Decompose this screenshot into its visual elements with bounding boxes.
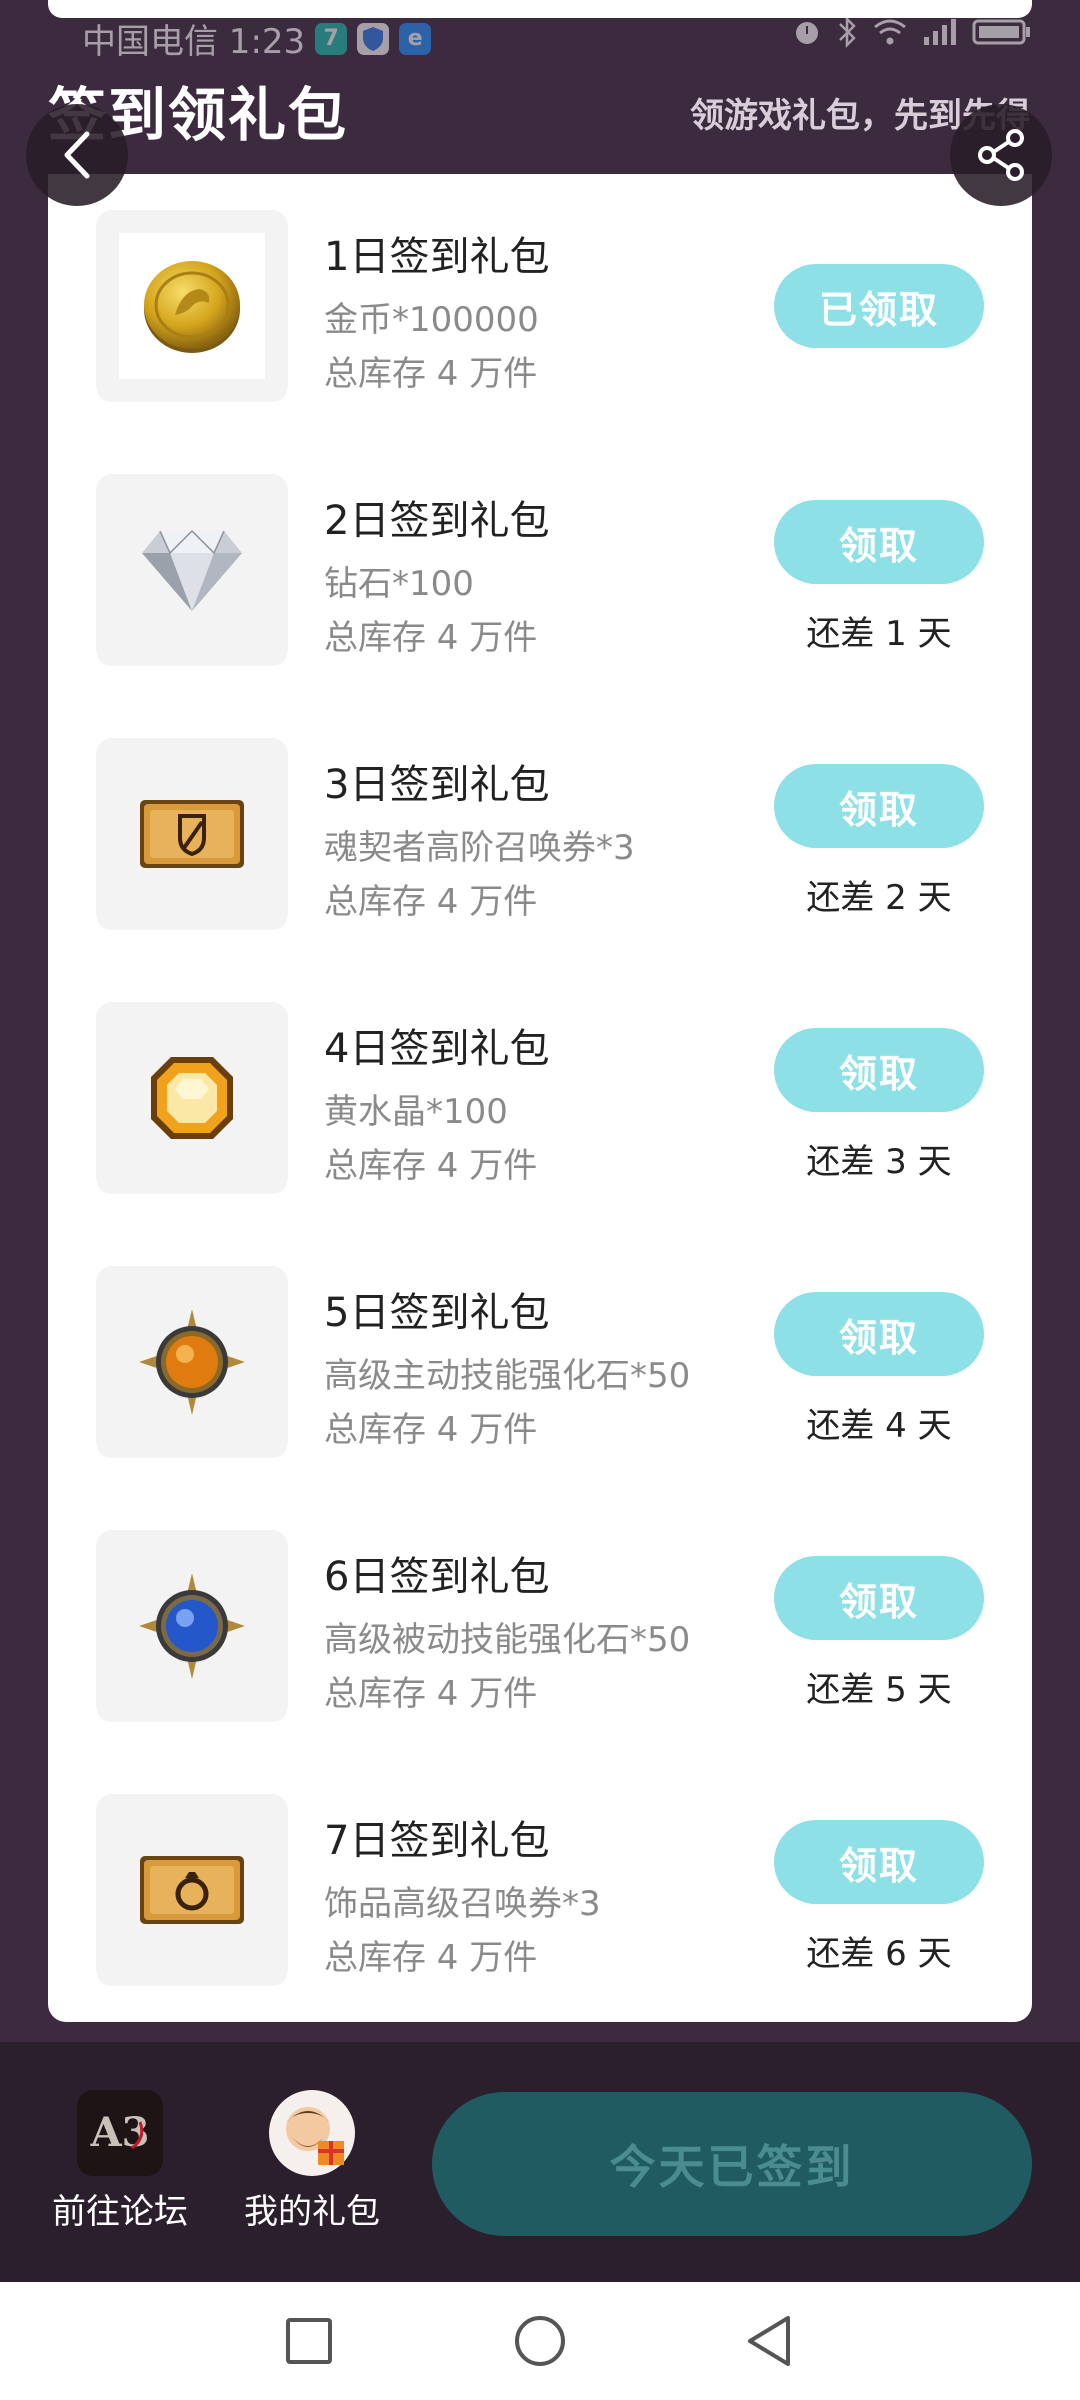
- gift-reward: 高级被动技能强化石*50: [324, 1620, 691, 1660]
- back-button[interactable]: [26, 104, 128, 206]
- my-gifts-avatar-icon: [269, 2090, 355, 2176]
- gift-thumbnail: [96, 1530, 288, 1722]
- gift-thumbnail: [96, 738, 288, 930]
- gift-thumbnail: [96, 1002, 288, 1194]
- circle-icon: [515, 2316, 565, 2366]
- square-icon: [286, 2318, 332, 2364]
- gift-stock: 总库存 4 万件: [324, 882, 538, 922]
- claimed-button[interactable]: 已领取: [774, 264, 984, 348]
- gift-thumbnail: [96, 1794, 288, 1986]
- status-left: 中国电信 1:23 7 e: [82, 14, 432, 63]
- yellow-crystal-icon: [151, 1057, 233, 1139]
- gift-reward: 高级主动技能强化石*50: [324, 1356, 691, 1396]
- days-remaining: 还差 6 天: [806, 1934, 952, 1974]
- claim-button[interactable]: 领取: [774, 500, 984, 584]
- gift-item-day-3: 3日签到礼包 魂契者高阶召唤券*3 总库存 4 万件 领取 还差 2 天: [48, 738, 1032, 930]
- claim-button[interactable]: 领取: [774, 1292, 984, 1376]
- gift-reward: 魂契者高阶召唤券*3: [324, 828, 635, 868]
- gift-title: 5日签到礼包: [324, 1290, 550, 1336]
- wifi-icon: [874, 19, 906, 45]
- gift-stock: 总库存 4 万件: [324, 354, 538, 394]
- gift-stock: 总库存 4 万件: [324, 1674, 538, 1714]
- bottom-action-bar: A3 前往论坛 我的礼包 今天已签到: [0, 2042, 1080, 2282]
- days-remaining: 还差 2 天: [806, 878, 952, 918]
- gift-title: 3日签到礼包: [324, 762, 550, 808]
- forum-label: 前往论坛: [52, 2192, 188, 2232]
- claim-button[interactable]: 领取: [774, 764, 984, 848]
- my-gifts-label: 我的礼包: [244, 2192, 380, 2232]
- gift-stock: 总库存 4 万件: [324, 1938, 538, 1978]
- gift-thumbnail: [96, 1266, 288, 1458]
- alarm-icon: [796, 22, 818, 44]
- claim-button[interactable]: 领取: [774, 1556, 984, 1640]
- seven-app-icon: 7: [315, 22, 348, 55]
- gift-item-day-7: 7日签到礼包 饰品高级召唤券*3 总库存 4 万件 领取 还差 6 天: [48, 1794, 1032, 1986]
- status-right: [792, 16, 1032, 48]
- forum-link[interactable]: A3 前往论坛: [40, 2090, 200, 2233]
- battery-icon: [972, 19, 1030, 45]
- share-icon: [978, 129, 1024, 181]
- ring-ticket-icon: [140, 1856, 244, 1924]
- claim-button[interactable]: 领取: [774, 1028, 984, 1112]
- e-app-icon: e: [399, 22, 432, 55]
- claim-button[interactable]: 领取: [774, 1820, 984, 1904]
- gift-item-day-1: 1日签到礼包 金币*100000 总库存 4 万件 已领取: [48, 210, 1032, 402]
- summon-ticket-icon: [140, 800, 244, 868]
- my-gifts-link[interactable]: 我的礼包: [232, 2090, 392, 2233]
- gift-thumbnail: [96, 210, 288, 402]
- sign-in-gift-page: 中国电信 1:23 7 e 签到领礼包 领游戏礼包，先到先得 1日签到礼包 金币…: [0, 0, 1080, 2400]
- signal-icon: [924, 19, 956, 45]
- share-button[interactable]: [950, 104, 1052, 206]
- blue-skill-stone-icon: [139, 1573, 245, 1679]
- chevron-left-icon: [64, 131, 90, 179]
- shield-app-icon: [357, 22, 390, 55]
- gift-stock: 总库存 4 万件: [324, 618, 538, 658]
- system-navigation-bar: [0, 2282, 1080, 2400]
- gift-item-day-6: 6日签到礼包 高级被动技能强化石*50 总库存 4 万件 领取 还差 5 天: [48, 1530, 1032, 1722]
- gift-title: 6日签到礼包: [324, 1554, 550, 1600]
- gift-reward: 钻石*100: [324, 564, 474, 604]
- status-bar: 中国电信 1:23 7 e: [0, 0, 1080, 66]
- system-back-button[interactable]: [734, 2306, 804, 2376]
- days-remaining: 还差 5 天: [806, 1670, 952, 1710]
- gift-item-day-2: 2日签到礼包 钻石*100 总库存 4 万件 领取 还差 1 天: [48, 474, 1032, 666]
- gift-thumbnail: [96, 474, 288, 666]
- gift-stock: 总库存 4 万件: [324, 1410, 538, 1450]
- gift-item-day-4: 4日签到礼包 黄水晶*100 总库存 4 万件 领取 还差 3 天: [48, 1002, 1032, 1194]
- triangle-back-icon: [748, 2316, 790, 2366]
- days-remaining: 还差 3 天: [806, 1142, 952, 1182]
- days-remaining: 还差 4 天: [806, 1406, 952, 1446]
- gift-title: 1日签到礼包: [324, 234, 550, 280]
- home-button[interactable]: [505, 2306, 575, 2376]
- gift-reward: 饰品高级召唤券*3: [324, 1884, 601, 1924]
- gift-reward: 金币*100000: [324, 300, 539, 340]
- orange-skill-stone-icon: [139, 1309, 245, 1415]
- forum-logo-icon: A3: [77, 2090, 163, 2176]
- gift-stock: 总库存 4 万件: [324, 1146, 538, 1186]
- gold-coin-icon: [144, 261, 240, 353]
- signed-today-button[interactable]: 今天已签到: [432, 2092, 1032, 2236]
- gift-reward: 黄水晶*100: [324, 1092, 508, 1132]
- bluetooth-icon: [839, 16, 856, 48]
- gift-item-day-5: 5日签到礼包 高级主动技能强化石*50 总库存 4 万件 领取 还差 4 天: [48, 1266, 1032, 1458]
- days-remaining: 还差 1 天: [806, 614, 952, 654]
- diamond-icon: [142, 529, 242, 611]
- carrier-time: 中国电信 1:23: [82, 22, 306, 62]
- recent-apps-button[interactable]: [274, 2306, 344, 2376]
- gift-list-card: 1日签到礼包 金币*100000 总库存 4 万件 已领取 2日签到礼包 钻石*…: [48, 174, 1032, 2022]
- gift-title: 2日签到礼包: [324, 498, 550, 544]
- gift-title: 7日签到礼包: [324, 1818, 550, 1864]
- gift-title: 4日签到礼包: [324, 1026, 550, 1072]
